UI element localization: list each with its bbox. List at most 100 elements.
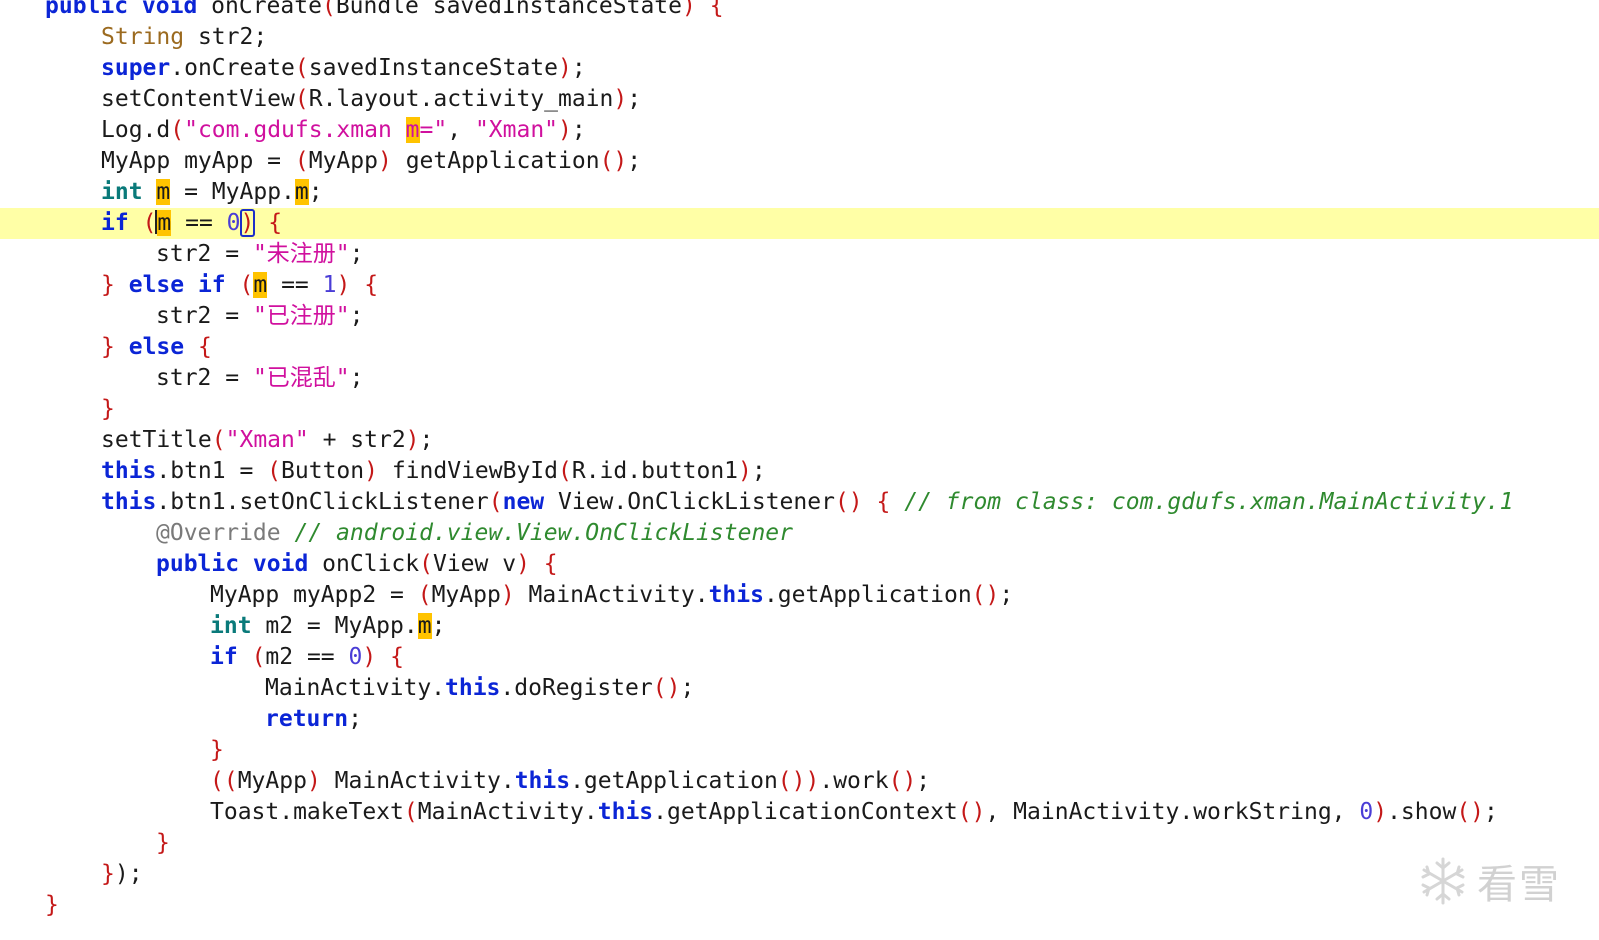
code-token: "未注册" [252, 241, 350, 267]
code-token: ( [239, 272, 254, 298]
code-token: // from class: com.gdufs.xman.MainActivi… [904, 489, 1514, 515]
code-token: // android.view.View.OnClickListener [294, 520, 793, 546]
code-token: MyApp [237, 768, 307, 794]
code-token: public void [45, 0, 212, 19]
code-token: ) [364, 458, 378, 484]
code-token: ( [142, 210, 157, 236]
code-line[interactable]: return; [0, 704, 1599, 735]
code-line[interactable]: MyApp myApp2 = (MyApp) MainActivity.this… [0, 580, 1599, 611]
code-line[interactable]: } [0, 828, 1599, 859]
code-token: ) [377, 148, 392, 174]
code-token: () [971, 582, 1000, 608]
code-token: "Xman" [225, 427, 309, 453]
code-line[interactable]: ((MyApp) MainActivity.this.getApplicatio… [0, 766, 1599, 797]
code-token: str2 = [156, 241, 253, 267]
code-token: { [268, 210, 283, 236]
code-line[interactable]: public void onClick(View v) { [0, 549, 1599, 580]
code-token: ; [349, 303, 364, 329]
code-token: =" [419, 117, 448, 143]
code-token: ) [306, 768, 321, 794]
code-token: { [390, 644, 404, 670]
code-line[interactable]: int m = MyApp.m; [0, 177, 1599, 208]
code-line[interactable]: if (m2 == 0) { [0, 642, 1599, 673]
code-token: { [364, 272, 379, 298]
code-token: ( [403, 799, 418, 825]
code-line[interactable]: } [0, 735, 1599, 766]
code-token: m [405, 117, 420, 143]
code-editor[interactable]: public void onCreate(Bundle savedInstanc… [0, 0, 1599, 940]
code-line[interactable]: int m2 = MyApp.m; [0, 611, 1599, 642]
code-token: str2 = [156, 365, 253, 391]
code-token: .btn1 = [156, 458, 268, 484]
code-token: this [101, 489, 157, 515]
code-text: String str2; [101, 22, 267, 53]
code-line[interactable]: setTitle("Xman" + str2); [0, 425, 1599, 456]
code-token: str2; [184, 24, 268, 50]
code-token: public void [156, 551, 309, 577]
code-text: MyApp myApp = (MyApp) getApplication(); [101, 146, 641, 177]
code-line[interactable]: str2 = "未注册"; [0, 239, 1599, 270]
code-line[interactable]: this.btn1 = (Button) findViewById(R.id.b… [0, 456, 1599, 487]
code-token: .getApplicationContext [653, 799, 958, 825]
code-text: Log.d("com.gdufs.xman m=", "Xman"); [101, 115, 586, 146]
code-text: ((MyApp) MainActivity.this.getApplicatio… [210, 766, 930, 797]
code-line[interactable]: str2 = "已混乱"; [0, 363, 1599, 394]
code-token: } [101, 396, 115, 422]
code-token: super [101, 55, 171, 81]
code-token: int [210, 613, 252, 639]
code-token: "com.gdufs.xman [184, 117, 406, 143]
code-token: this [514, 768, 571, 794]
code-text: str2 = "已混乱"; [156, 363, 364, 394]
code-token: this [445, 675, 501, 701]
code-token: .onCreate [170, 55, 295, 81]
code-token: , [447, 117, 475, 143]
code-token: ) [239, 209, 256, 237]
code-text: } [101, 394, 115, 425]
code-text: public void onClick(View v) { [156, 549, 558, 580]
code-token: () [888, 768, 917, 794]
code-token: MainActivity. [265, 675, 446, 701]
code-token: getApplication [391, 148, 600, 174]
code-token: "已混乱" [252, 365, 350, 391]
code-token: m2 = MyApp. [251, 613, 418, 639]
snowflake-icon [1421, 857, 1465, 905]
code-line[interactable]: } else if (m == 1) { [0, 270, 1599, 301]
code-text: str2 = "已注册"; [156, 301, 364, 332]
code-line[interactable]: MyApp myApp = (MyApp) getApplication(); [0, 146, 1599, 177]
code-token: MainActivity. [320, 768, 515, 794]
code-token: m [417, 613, 432, 639]
code-line[interactable]: @Override // android.view.View.OnClickLi… [0, 518, 1599, 549]
code-text: public void onCreate(Bundle savedInstanc… [45, 0, 724, 22]
code-line[interactable]: Toast.makeText(MainActivity.this.getAppl… [0, 797, 1599, 828]
code-line[interactable]: setContentView(R.layout.activity_main); [0, 84, 1599, 115]
code-token: .show [1387, 799, 1457, 825]
code-line[interactable]: } [0, 890, 1599, 921]
code-line[interactable]: }); [0, 859, 1599, 890]
code-token: } [210, 737, 224, 763]
code-token: m [294, 179, 309, 205]
code-token: findViewById [377, 458, 558, 484]
code-line[interactable]: public void onCreate(Bundle savedInstanc… [0, 0, 1599, 22]
code-line-current[interactable]: if (m == 0) { [0, 208, 1599, 239]
code-line[interactable]: this.btn1.setOnClickListener(new View.On… [0, 487, 1599, 518]
code-line[interactable]: str2 = "已注册"; [0, 301, 1599, 332]
code-line[interactable]: } else { [0, 332, 1599, 363]
code-text: MyApp myApp2 = (MyApp) MainActivity.this… [210, 580, 1013, 611]
code-line[interactable]: String str2; [0, 22, 1599, 53]
code-token: else [128, 334, 185, 360]
code-line[interactable]: Log.d("com.gdufs.xman m=", "Xman"); [0, 115, 1599, 146]
code-token: Log.d [101, 117, 171, 143]
code-token: () [957, 799, 986, 825]
code-token: return [265, 706, 349, 732]
code-line[interactable]: MainActivity.this.doRegister(); [0, 673, 1599, 704]
code-token: 0 [348, 644, 363, 670]
code-text: } else { [101, 332, 212, 363]
code-line[interactable]: super.onCreate(savedInstanceState); [0, 53, 1599, 84]
code-token: ( [419, 551, 433, 577]
code-token: 0 [1359, 799, 1374, 825]
code-token: ) [516, 551, 530, 577]
code-token: ()) [777, 768, 820, 794]
code-line[interactable]: } [0, 394, 1599, 425]
code-token: () [652, 675, 681, 701]
code-text: MainActivity.this.doRegister(); [265, 673, 694, 704]
